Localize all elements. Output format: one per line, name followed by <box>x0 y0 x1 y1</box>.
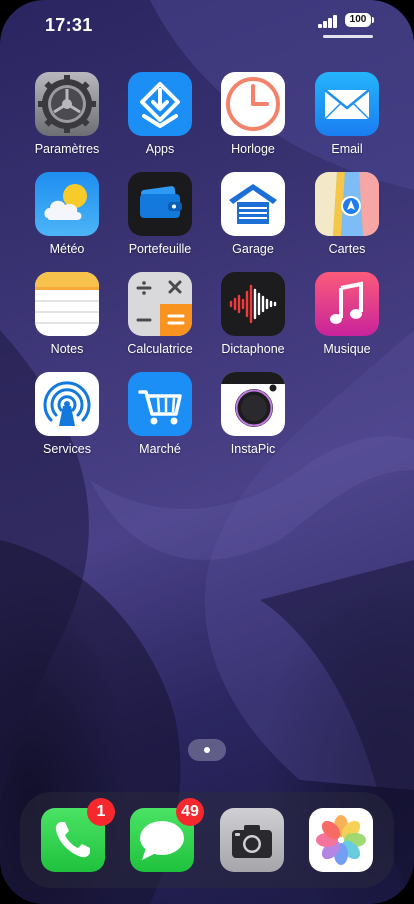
app-label: Portefeuille <box>128 242 192 256</box>
app-label: Email <box>331 142 363 156</box>
maps-navigation-icon <box>315 172 379 236</box>
calculator-icon <box>128 272 192 336</box>
dock-app-photos[interactable] <box>309 808 373 872</box>
app-label: InstaPic <box>230 442 276 456</box>
app-label: Musique <box>323 342 371 356</box>
status-bar: 17:31 100 <box>0 0 414 50</box>
notification-badge: 49 <box>176 798 204 826</box>
app-cartes[interactable]: Cartes <box>302 172 392 256</box>
app-label: Garage <box>232 242 274 256</box>
app-label: Météo <box>49 242 85 256</box>
camera-icon <box>220 808 284 872</box>
app-notes[interactable]: Notes <box>22 272 112 356</box>
app-dictaphone[interactable]: Dictaphone <box>208 272 298 356</box>
mail-envelope-icon <box>315 72 379 136</box>
voice-waveform-icon <box>221 272 285 336</box>
camera-lens-icon <box>221 372 285 436</box>
dock-app-camera[interactable] <box>220 808 284 872</box>
page-dot-active <box>204 747 210 753</box>
page-indicator[interactable] <box>188 739 226 761</box>
app-store-download-icon <box>128 72 192 136</box>
wallet-cards-icon <box>128 172 192 236</box>
app-label: Cartes <box>328 242 366 256</box>
app-label: Horloge <box>231 142 275 156</box>
app-musique[interactable]: Musique <box>302 272 392 356</box>
app-label: Notes <box>50 342 84 356</box>
app-portefeuille[interactable]: Portefeuille <box>115 172 205 256</box>
app-parametres[interactable]: Paramètres <box>22 72 112 156</box>
app-label: Services <box>43 442 91 456</box>
app-instapic[interactable]: InstaPic <box>208 372 298 456</box>
app-label: Paramètres <box>34 142 100 156</box>
weather-sun-cloud-icon <box>35 172 99 236</box>
app-meteo[interactable]: Météo <box>22 172 112 256</box>
photos-flower-icon <box>309 808 373 872</box>
control-center-handle[interactable] <box>323 35 373 38</box>
home-screen: 17:31 100 Paramètres Apps Horloge Email … <box>0 0 414 904</box>
app-services[interactable]: Services <box>22 372 112 456</box>
airdrop-rings-icon <box>35 372 99 436</box>
status-time: 17:31 <box>45 15 93 35</box>
app-label: Calculatrice <box>127 342 193 356</box>
app-label: Marché <box>139 442 181 456</box>
cellular-signal-icon <box>318 15 340 28</box>
battery-cap <box>372 17 374 23</box>
app-label: Apps <box>145 142 175 156</box>
app-garage[interactable]: Garage <box>208 172 298 256</box>
battery-icon: 100 <box>345 13 371 27</box>
settings-gear-icon <box>35 72 99 136</box>
garage-icon <box>221 172 285 236</box>
notes-paper-icon <box>35 272 99 336</box>
shopping-cart-icon <box>128 372 192 436</box>
app-horloge[interactable]: Horloge <box>208 72 298 156</box>
app-marche[interactable]: Marché <box>115 372 205 456</box>
dock-app-messages[interactable]: 49 <box>130 798 204 872</box>
notification-badge: 1 <box>87 798 115 826</box>
music-note-icon <box>315 272 379 336</box>
clock-icon <box>221 72 285 136</box>
app-calculatrice[interactable]: Calculatrice <box>115 272 205 356</box>
app-email[interactable]: Email <box>302 72 392 156</box>
app-apps[interactable]: Apps <box>115 72 205 156</box>
app-label: Dictaphone <box>221 342 285 356</box>
dock-app-phone[interactable]: 1 <box>41 798 115 872</box>
